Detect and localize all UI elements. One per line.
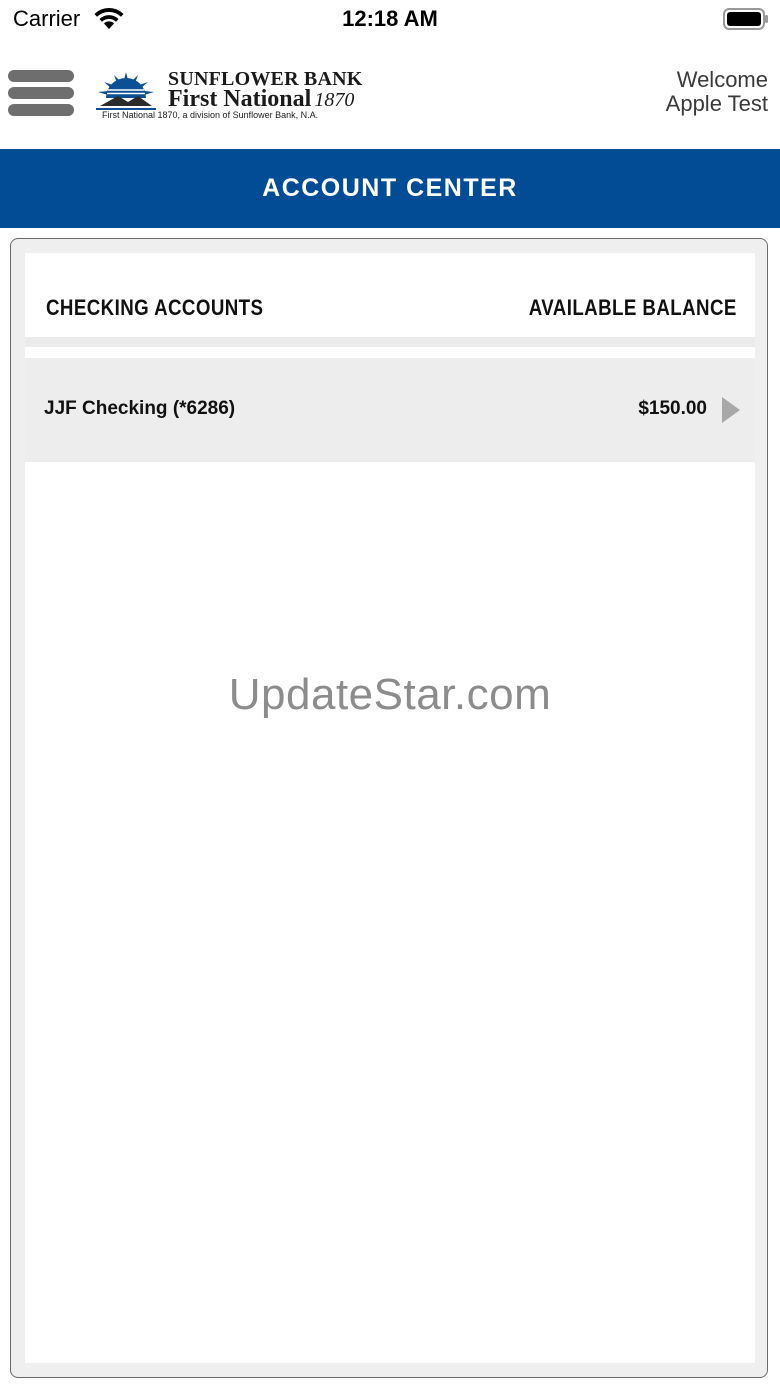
- account-name: JJF Checking (*6286): [44, 398, 236, 419]
- clock: 12:18 AM: [342, 6, 438, 31]
- welcome-label: Welcome: [676, 67, 768, 92]
- app-header: SUNFLOWER BANK First National 1870 First …: [0, 42, 780, 149]
- watermark: UpdateStar.com: [228, 670, 552, 719]
- hamburger-bar: [8, 104, 74, 116]
- logo-first-national: First National: [168, 86, 312, 112]
- sunflower-icon: [96, 72, 156, 110]
- logo-tagline: First National 1870, a division of Sunfl…: [102, 110, 319, 120]
- status-bar: Carrier 12:18 AM: [0, 0, 780, 42]
- account-balance: $150.00: [638, 398, 707, 419]
- menu-button[interactable]: [8, 70, 74, 116]
- checking-accounts-header: CHECKING ACCOUNTS AVAILABLE BALANCE: [25, 253, 755, 347]
- bank-logo[interactable]: SUNFLOWER BANK First National 1870 First …: [94, 66, 362, 124]
- available-balance-label: AVAILABLE BALANCE: [528, 295, 737, 320]
- page-title: ACCOUNT CENTER: [262, 174, 518, 202]
- checking-accounts-label: CHECKING ACCOUNTS: [46, 295, 264, 320]
- user-name: Apple Test: [665, 91, 768, 116]
- content-frame: CHECKING ACCOUNTS AVAILABLE BALANCE JJF …: [10, 238, 768, 1378]
- account-row[interactable]: JJF Checking (*6286) $150.00: [25, 358, 755, 462]
- hamburger-bar: [8, 70, 74, 82]
- accounts-panel: CHECKING ACCOUNTS AVAILABLE BALANCE JJF …: [25, 253, 755, 1363]
- hamburger-bar: [8, 87, 74, 99]
- logo-year: 1870: [314, 89, 355, 111]
- chevron-right-icon: [722, 397, 740, 423]
- page-title-bar: ACCOUNT CENTER: [0, 149, 780, 228]
- logo-subname: First National 1870: [168, 86, 354, 113]
- battery-icon: [723, 8, 768, 30]
- welcome-message: Welcome Apple Test: [666, 68, 768, 116]
